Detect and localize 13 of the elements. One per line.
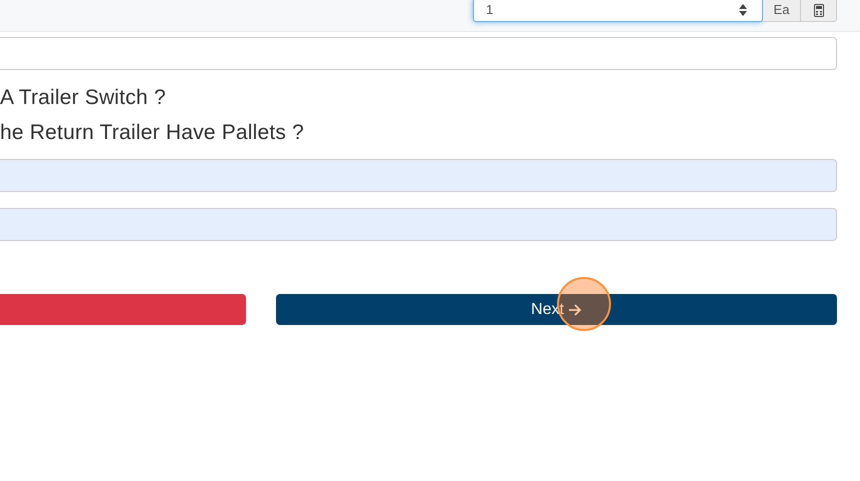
question-label: A Trailer Switch ? (0, 85, 167, 111)
quantity-value: 1 (486, 1, 494, 20)
quantity-field[interactable]: 1 (473, 0, 763, 22)
answer-field[interactable] (0, 208, 837, 241)
spinner-icon[interactable] (738, 3, 748, 17)
calculator-button[interactable] (801, 0, 837, 22)
question-label: he Return Trailer Have Pallets ? (0, 120, 306, 146)
arrow-right-icon (568, 304, 582, 316)
answer-field[interactable] (0, 159, 837, 192)
cancel-button[interactable] (0, 294, 246, 325)
unit-label: Ea (763, 0, 801, 22)
calculator-icon (814, 4, 824, 16)
text-field[interactable] (0, 37, 837, 70)
